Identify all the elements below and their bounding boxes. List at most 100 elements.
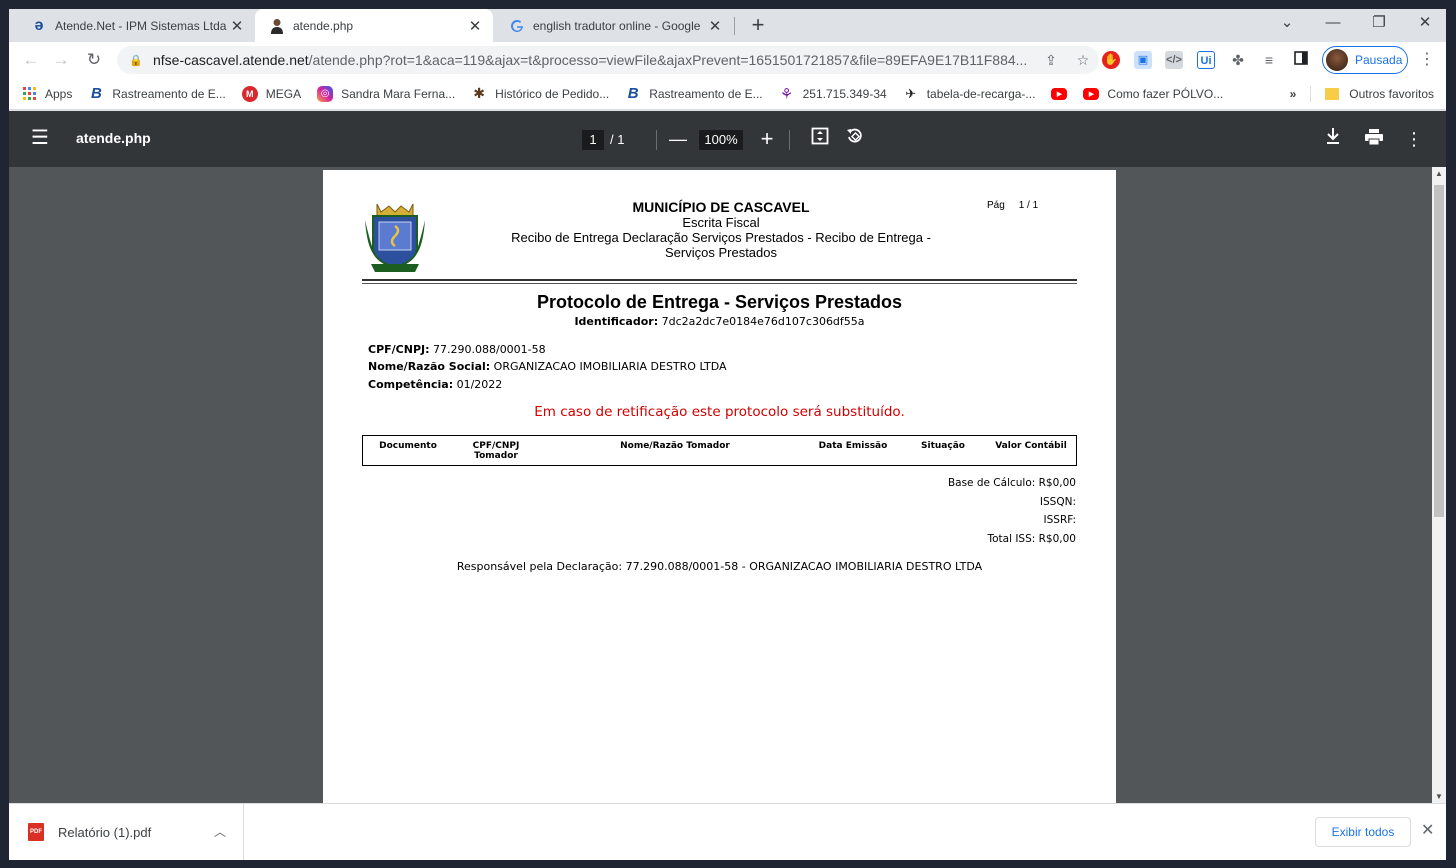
zoom-input[interactable]: 100%	[699, 130, 743, 150]
protocolo-title: Protocolo de Entrega - Serviços Prestado…	[536, 292, 903, 312]
b-logo-icon: B	[627, 85, 639, 102]
close-tab-icon[interactable]: ✕	[467, 17, 483, 35]
retificacao-warning: Em caso de retificação este protocolo se…	[534, 404, 905, 420]
browser-window: ə Atende.Net - IPM Sistemas Ltda - ✕ ate…	[9, 9, 1446, 860]
close-tab-icon[interactable]: ✕	[229, 17, 245, 35]
bookmark-mega[interactable]: M MEGA	[241, 85, 301, 102]
vertical-scrollbar[interactable]: ▲ ▼	[1432, 167, 1446, 803]
other-bookmarks[interactable]: Outros favoritos	[1349, 87, 1434, 101]
header-rule	[362, 279, 1077, 281]
tab-search-chevron-icon[interactable]: ⌄	[1264, 9, 1310, 42]
scroll-up-icon[interactable]: ▲	[1432, 169, 1446, 178]
uipath-extension-icon[interactable]: Ui	[1197, 51, 1215, 69]
responsavel-declaracao: Responsável pela Declaração: 77.290.088/…	[456, 560, 983, 573]
youtube-icon: ▶	[1051, 87, 1068, 100]
profile-button[interactable]: Pausada	[1322, 46, 1408, 74]
fit-page-icon[interactable]	[808, 127, 832, 151]
close-tab-icon[interactable]: ✕	[707, 17, 723, 35]
pdf-viewport[interactable]: MUNICÍPIO DE CASCAVEL Escrita Fiscal Rec…	[9, 167, 1432, 803]
bird-icon: ✈	[905, 85, 917, 101]
municipio-title: MUNICÍPIO DE CASCAVEL	[632, 199, 810, 215]
bookmark-tabela[interactable]: ✈ tabela-de-recarga-...	[903, 85, 1035, 102]
url-text: nfse-cascavel.atende.net/atende.php?rot=…	[153, 52, 1028, 68]
page-number-input[interactable]: 1	[582, 130, 604, 150]
page-total: / 1	[610, 132, 625, 147]
th-nome-tomador: Nome/Razão Tomador	[620, 441, 730, 451]
tab-atende-net[interactable]: ə Atende.Net - IPM Sistemas Ltda - ✕	[17, 9, 255, 42]
page-indicator: Pág 1 / 1	[987, 200, 1039, 211]
tab-google-translate[interactable]: english tradutor online - Google ✕	[495, 9, 733, 42]
bookmark-rastreamento-2[interactable]: B Rastreamento de E...	[625, 85, 763, 102]
recibo-line-1: Recibo de Entrega Declaração Serviços Pr…	[511, 230, 931, 245]
th-valor-contabil: Valor Contábil	[995, 441, 1067, 451]
chevron-up-icon[interactable]: ︿	[214, 823, 226, 840]
share-icon[interactable]: ⇪	[1035, 52, 1067, 69]
issqn: ISSQN:	[1039, 496, 1076, 508]
th-situacao: Situação	[921, 441, 965, 451]
bookmark-polvora[interactable]: ▶ Como fazer PÓLVO...	[1083, 87, 1223, 101]
document-header: MUNICÍPIO DE CASCAVEL Escrita Fiscal Rec…	[473, 199, 969, 261]
side-panel-icon[interactable]	[1292, 51, 1310, 69]
bookmark-rastreamento-1[interactable]: B Rastreamento de E...	[88, 85, 226, 102]
hamburger-menu-icon[interactable]: ☰	[31, 127, 49, 149]
competencia-line: Competência: 01/2022	[368, 378, 503, 391]
print-icon[interactable]	[1362, 127, 1386, 151]
extension-icon[interactable]: ▣	[1134, 51, 1152, 69]
adblock-extension-icon[interactable]: ✋	[1102, 51, 1120, 69]
download-icon[interactable]	[1321, 127, 1345, 151]
bookmark-historico[interactable]: ✱ Histórico de Pedido...	[471, 85, 609, 102]
bookmark-cpf[interactable]: ⚘ 251.715.349-34	[779, 86, 887, 103]
bookmarks-right: » Outros favoritos	[1290, 78, 1434, 109]
puzzle-extensions-icon[interactable]: ✤	[1229, 51, 1247, 69]
recibo-line-2: Serviços Prestados	[665, 245, 777, 260]
services-table-header: Documento CPF/CNPJ Tomador Nome/Razão Tom…	[362, 435, 1077, 466]
restore-button[interactable]: ❐	[1356, 9, 1402, 42]
minimize-button[interactable]: —	[1310, 9, 1356, 42]
close-download-bar-icon[interactable]: ✕	[1421, 820, 1434, 840]
issrf: ISSRF:	[1043, 514, 1076, 526]
th-cpf-cnpj-tomador: CPF/CNPJ Tomador	[472, 441, 520, 461]
bookmarks-bar: Apps B Rastreamento de E... M MEGA ◎ San…	[9, 78, 1446, 110]
media-control-icon[interactable]: ≡	[1260, 51, 1278, 69]
instagram-icon: ◎	[317, 85, 334, 102]
lock-icon: 🔒	[129, 54, 143, 67]
bookmark-sandra[interactable]: ◎ Sandra Mara Ferna...	[317, 85, 455, 102]
close-window-button[interactable]: ✕	[1402, 9, 1446, 42]
more-options-icon[interactable]: ⋮	[1402, 127, 1426, 151]
th-data-emissao: Data Emissão	[818, 441, 888, 451]
cascavel-crest-logo	[363, 198, 427, 274]
header-rule-thin	[362, 283, 1077, 284]
b-logo-icon: B	[90, 85, 102, 102]
atende-logo-icon: ə	[34, 16, 44, 34]
reload-button[interactable]: ↻	[81, 47, 107, 73]
browser-menu-icon[interactable]: ⋮	[1417, 47, 1437, 73]
bookmark-apps[interactable]: Apps	[21, 86, 72, 102]
download-item[interactable]: PDF Relatório (1).pdf ︿	[9, 804, 244, 860]
mega-icon: M	[241, 85, 258, 102]
base-calculo: Base de Cálculo: R$0,00	[947, 477, 1076, 489]
show-all-downloads-button[interactable]: Exibir todos	[1315, 817, 1411, 847]
bookmark-divider	[1310, 85, 1312, 102]
scroll-down-icon[interactable]: ▼	[1432, 792, 1446, 801]
youtube-icon: ▶	[1083, 87, 1100, 100]
back-button[interactable]: ←	[18, 47, 44, 73]
escrita-fiscal: Escrita Fiscal	[682, 215, 760, 230]
code-extension-icon[interactable]: </>	[1165, 51, 1183, 69]
new-tab-button[interactable]: +	[745, 13, 771, 39]
razao-social-line: Nome/Razão Social: ORGANIZACAO IMOBILIAR…	[368, 360, 727, 373]
rotate-icon[interactable]	[843, 127, 867, 151]
zoom-out-icon[interactable]: —	[666, 127, 690, 151]
toolbar-divider	[789, 130, 790, 150]
address-bar[interactable]: 🔒 nfse-cascavel.atende.net/atende.php?ro…	[117, 46, 1099, 74]
zoom-in-icon[interactable]: +	[755, 127, 779, 151]
bookmark-star-icon[interactable]: ☆	[1067, 52, 1099, 69]
identificador: Identificador: 7dc2a2dc7e0184e76d107c306…	[574, 315, 865, 328]
avatar	[1326, 49, 1348, 71]
forward-button[interactable]: →	[48, 47, 74, 73]
bookmark-youtube[interactable]: ▶	[1051, 87, 1075, 100]
pdf-title: atende.php	[76, 130, 151, 146]
tab-atende-php[interactable]: atende.php ✕	[255, 9, 493, 42]
download-filename: Relatório (1).pdf	[58, 824, 152, 840]
scroll-thumb[interactable]	[1434, 185, 1444, 517]
more-bookmarks-button[interactable]: »	[1290, 87, 1297, 101]
